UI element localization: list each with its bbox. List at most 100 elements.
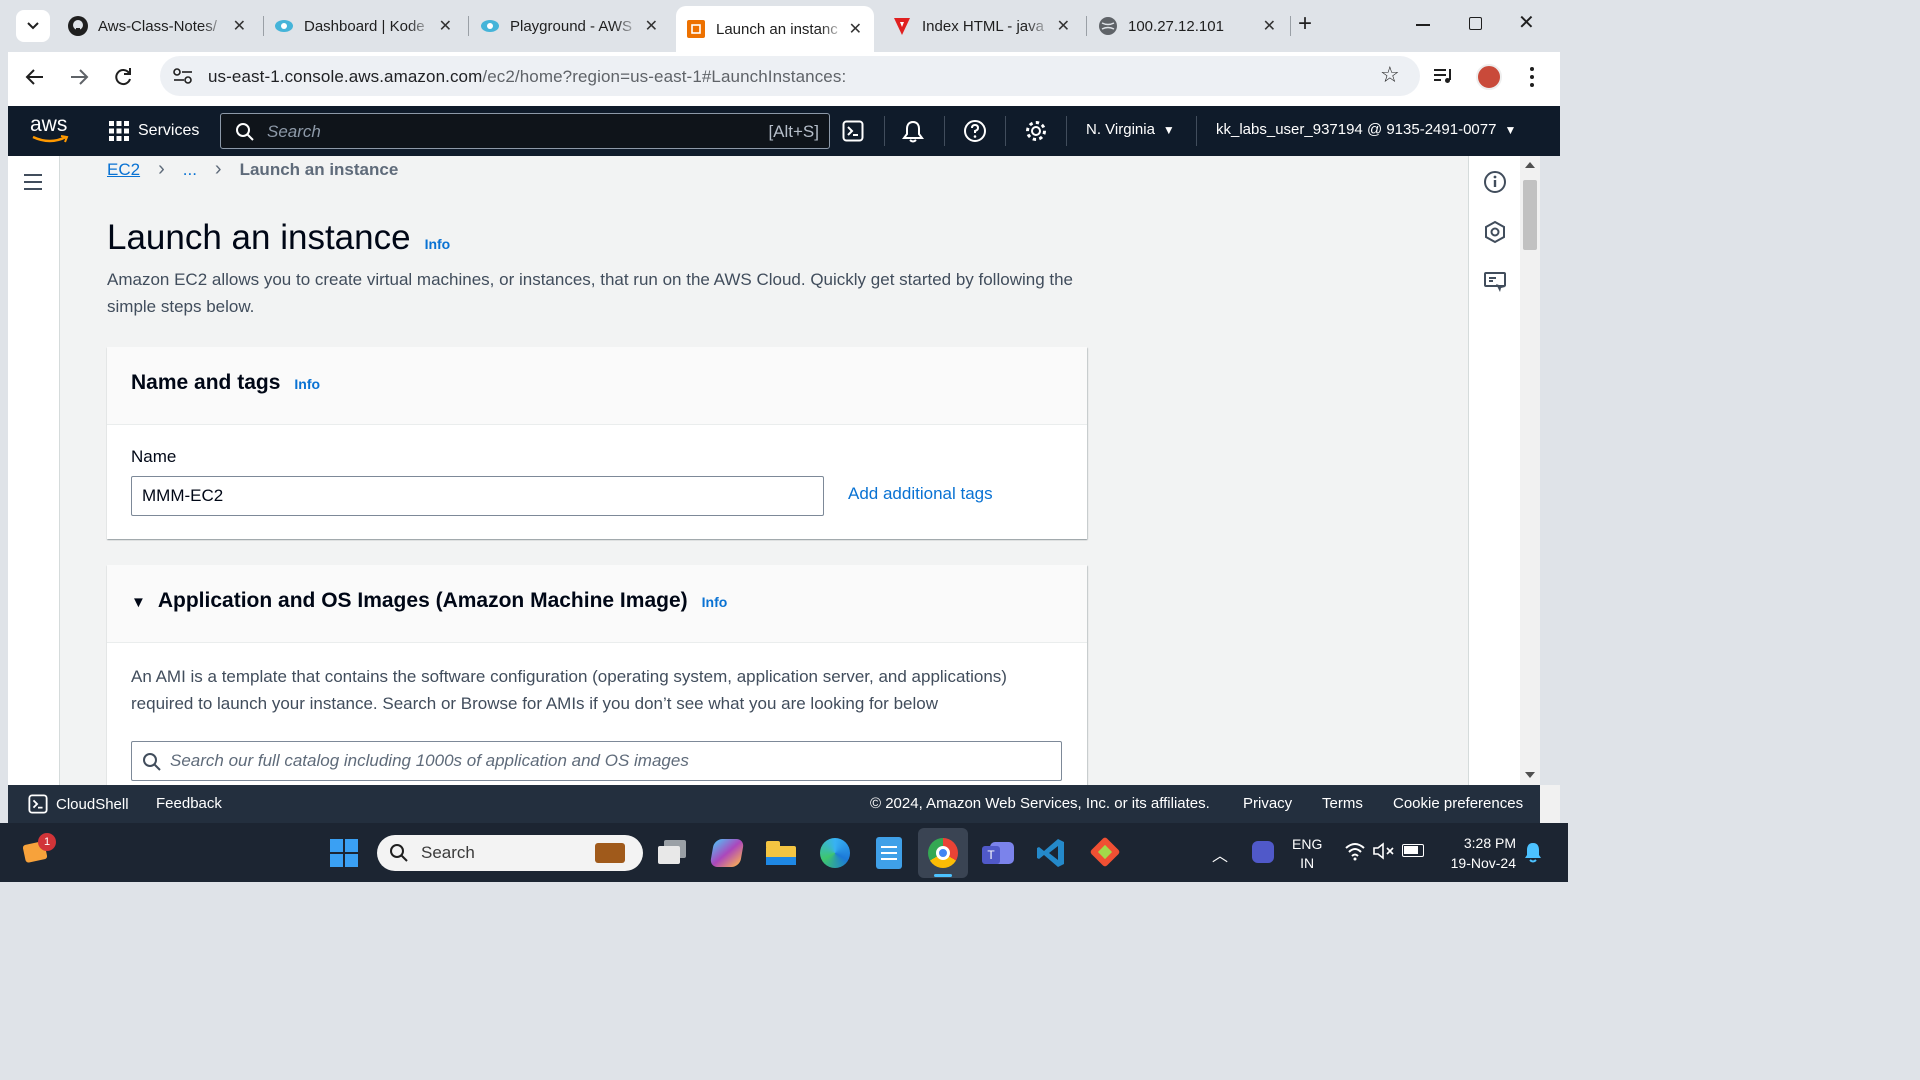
- maximize-button[interactable]: [1462, 12, 1492, 36]
- name-and-tags-info-link[interactable]: Info: [294, 376, 320, 392]
- teams-icon[interactable]: T: [982, 838, 1014, 868]
- weather-widget-icon[interactable]: 1: [22, 833, 56, 867]
- tab-title: Launch an instanc: [716, 20, 838, 38]
- amazon-q-icon[interactable]: [1483, 220, 1507, 249]
- file-explorer-icon[interactable]: [766, 841, 796, 865]
- vscode-icon[interactable]: [1036, 837, 1066, 869]
- site-settings-icon[interactable]: [172, 66, 194, 86]
- browser-tab[interactable]: Playground - AWS ✕: [470, 8, 670, 44]
- edge-browser-icon[interactable]: [820, 838, 850, 868]
- page-scrollbar-top: [1540, 106, 1560, 156]
- clock[interactable]: 3:28 PM 19-Nov-24: [1440, 833, 1516, 873]
- search-icon: [236, 123, 254, 141]
- ami-search-input[interactable]: Search our full catalog including 1000s …: [131, 741, 1062, 781]
- ami-info-link[interactable]: Info: [702, 594, 728, 610]
- url-text: us-east-1.console.aws.amazon.com/ec2/hom…: [208, 67, 846, 87]
- help-icon[interactable]: [963, 119, 987, 148]
- close-tab-icon[interactable]: ✕: [1263, 16, 1276, 36]
- name-and-tags-panel: Name and tags Info Name MMM-EC2 Add addi…: [107, 347, 1087, 539]
- privacy-link[interactable]: Privacy: [1243, 795, 1292, 812]
- account-menu[interactable]: kk_labs_user_937194 @ 9135-2491-0077 ▼: [1216, 121, 1516, 138]
- address-bar[interactable]: us-east-1.console.aws.amazon.com/ec2/hom…: [160, 56, 1420, 96]
- language-indicator[interactable]: ENG IN: [1292, 835, 1322, 873]
- tutorial-panel-icon[interactable]: [1483, 270, 1507, 299]
- browser-toolbar: us-east-1.console.aws.amazon.com/ec2/hom…: [8, 52, 1560, 106]
- region-selector[interactable]: N. Virginia ▼: [1086, 121, 1175, 138]
- browser-tab-active[interactable]: Launch an instanc ✕: [676, 6, 874, 52]
- chrome-icon-active[interactable]: [918, 828, 968, 878]
- browser-tab[interactable]: Index HTML - java ✕: [882, 8, 1082, 44]
- aws-search-input[interactable]: Search [Alt+S]: [220, 113, 830, 149]
- volume-muted-icon[interactable]: [1372, 841, 1396, 866]
- close-tab-icon[interactable]: ✕: [1057, 16, 1070, 36]
- back-button[interactable]: [24, 66, 46, 93]
- ami-description: An AMI is a template that contains the s…: [131, 667, 1007, 713]
- hamburger-menu-icon[interactable]: [24, 174, 42, 190]
- breadcrumb-ellipsis[interactable]: ...: [183, 160, 197, 180]
- name-input[interactable]: MMM-EC2: [131, 476, 824, 516]
- wifi-icon[interactable]: [1344, 841, 1366, 866]
- ami-title: Application and OS Images (Amazon Machin…: [157, 589, 688, 612]
- start-button[interactable]: [330, 839, 358, 867]
- media-controls-icon[interactable]: [1432, 66, 1454, 91]
- page-scrollbar-bottom: [1540, 785, 1560, 823]
- aws-logo[interactable]: aws: [30, 114, 74, 148]
- settings-gear-icon[interactable]: [1024, 119, 1048, 148]
- browser-tab-strip: Aws-Class-Notes/ ✕ Dashboard | Kode ✕ Pl…: [0, 0, 1568, 52]
- browser-menu-icon[interactable]: [1528, 64, 1536, 90]
- terms-link[interactable]: Terms: [1322, 795, 1363, 812]
- scrollbar-thumb[interactable]: [1523, 180, 1537, 250]
- page-header: Launch an instance Info: [107, 218, 450, 258]
- copilot-icon[interactable]: [709, 839, 745, 867]
- cloudshell-button[interactable]: CloudShell: [28, 794, 129, 814]
- profile-avatar[interactable]: [1476, 64, 1502, 90]
- grid-icon: [109, 121, 129, 141]
- task-view-icon[interactable]: [658, 840, 688, 866]
- breadcrumb-ec2-link[interactable]: EC2: [107, 160, 140, 180]
- cookie-preferences-link[interactable]: Cookie preferences: [1393, 795, 1523, 812]
- close-tab-icon[interactable]: ✕: [849, 19, 862, 39]
- globe-icon: [1099, 17, 1117, 35]
- git-app-icon[interactable]: [1089, 836, 1121, 868]
- new-tab-button[interactable]: +: [1298, 12, 1312, 36]
- close-tab-icon[interactable]: ✕: [645, 16, 658, 36]
- teams-tray-icon[interactable]: [1252, 841, 1274, 863]
- page-description: Amazon EC2 allows you to create virtual …: [107, 270, 1074, 316]
- services-menu[interactable]: Services: [108, 120, 199, 142]
- close-tab-icon[interactable]: ✕: [439, 16, 452, 36]
- console-footer: CloudShell Feedback © 2024, Amazon Web S…: [8, 785, 1540, 823]
- ami-section-toggle[interactable]: ▼ Application and OS Images (Amazon Mach…: [131, 589, 727, 613]
- tab-title: 100.27.12.101: [1128, 17, 1224, 35]
- url-host: us-east-1.console.aws.amazon.com: [208, 67, 483, 86]
- content-scrollbar[interactable]: [1520, 156, 1540, 785]
- cloudshell-icon: [28, 794, 48, 814]
- ec2-icon: [687, 20, 705, 38]
- show-hidden-icons-chevron[interactable]: ︿: [1212, 842, 1228, 866]
- minimize-button[interactable]: [1408, 12, 1438, 36]
- reload-button[interactable]: [112, 66, 134, 93]
- battery-icon[interactable]: [1402, 844, 1424, 857]
- tab-search-button[interactable]: [16, 10, 50, 42]
- browser-tab[interactable]: Dashboard | Kode ✕: [264, 8, 464, 44]
- taskbar-search[interactable]: Search: [377, 835, 643, 871]
- page-info-link[interactable]: Info: [425, 236, 451, 252]
- info-panel-icon[interactable]: [1483, 170, 1507, 199]
- name-input-value: MMM-EC2: [142, 486, 224, 505]
- feedback-link[interactable]: Feedback: [156, 795, 222, 812]
- add-additional-tags-link[interactable]: Add additional tags: [848, 484, 993, 504]
- forward-button[interactable]: [68, 66, 90, 93]
- browser-tab[interactable]: Aws-Class-Notes/ ✕: [58, 8, 258, 44]
- notification-bell-icon[interactable]: [1524, 841, 1542, 868]
- back-arrow-icon: [25, 69, 43, 85]
- close-tab-icon[interactable]: ✕: [233, 16, 246, 36]
- notifications-bell-icon[interactable]: [902, 119, 924, 148]
- tabnine-icon: [894, 18, 910, 35]
- close-window-button[interactable]: ✕: [1518, 10, 1535, 35]
- cloudshell-icon[interactable]: [842, 120, 864, 147]
- ami-search-placeholder: Search our full catalog including 1000s …: [170, 751, 689, 770]
- reload-icon: [115, 68, 131, 86]
- browser-tab[interactable]: 100.27.12.101 ✕: [1088, 8, 1288, 44]
- bookmark-star-icon[interactable]: ☆: [1380, 62, 1400, 88]
- notepad-icon[interactable]: [876, 837, 902, 869]
- language-top: ENG: [1292, 836, 1323, 852]
